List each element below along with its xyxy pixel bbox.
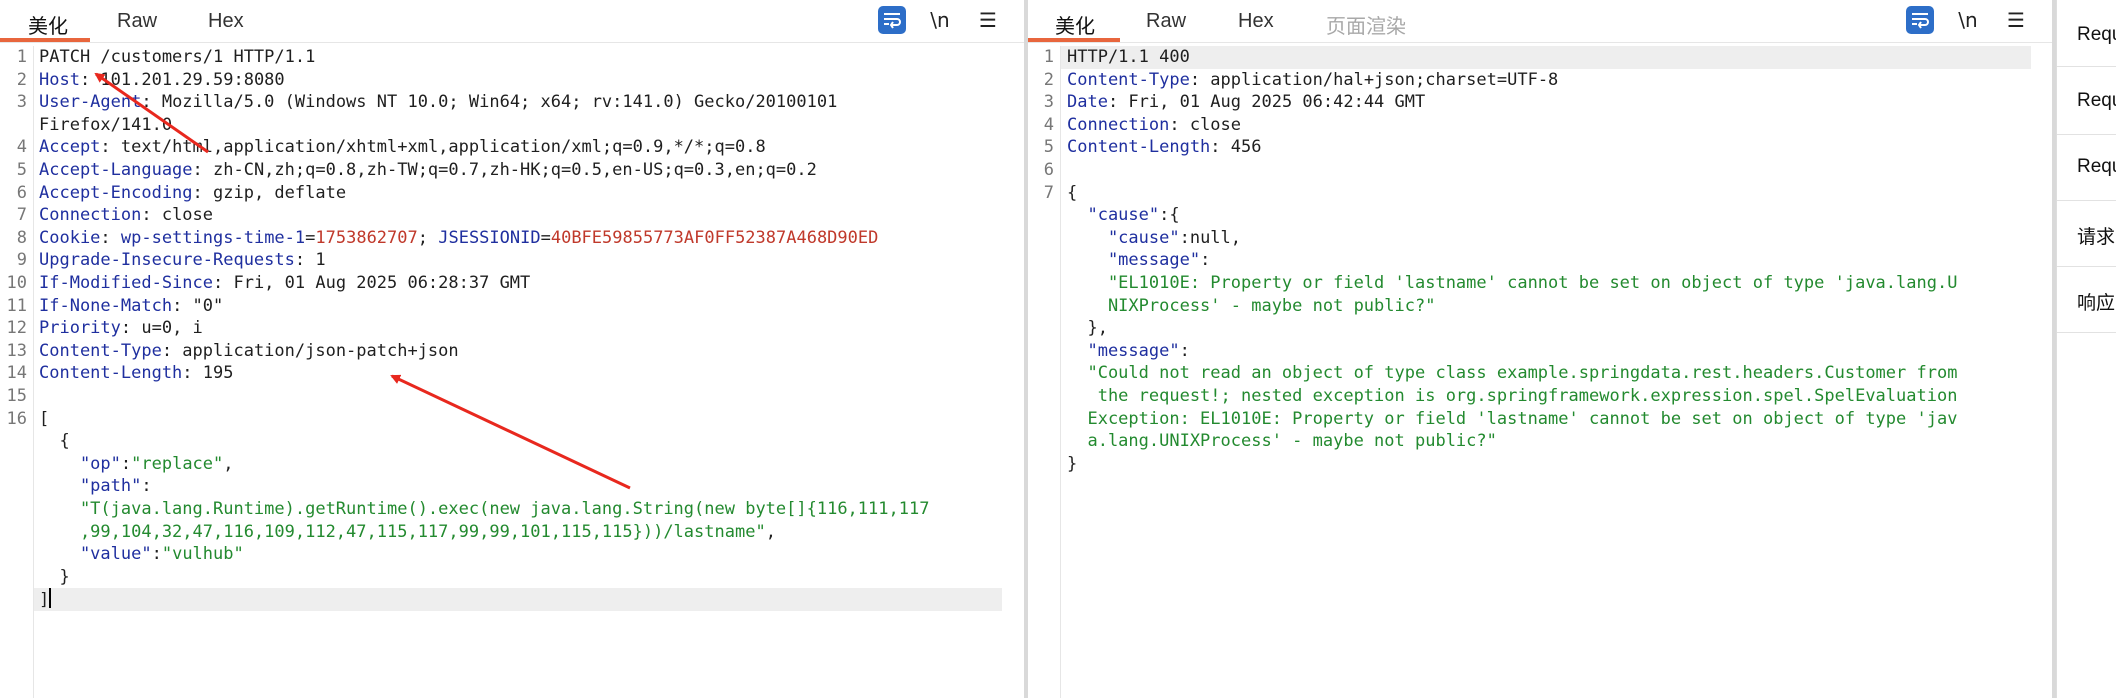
separator: :{: [1159, 205, 1180, 226]
header-value: : close: [1169, 114, 1242, 135]
annotation-arrows: [94, 72, 631, 490]
header-value: : Fri, 01 Aug 2025 06:42:44 GMT: [1107, 92, 1426, 113]
line-number: 4: [1043, 114, 1054, 135]
annotation-arrow: [390, 374, 631, 490]
json-string: "Could not read an object of type class …: [1067, 363, 1958, 384]
inspector-side-tabs: Requ Requ Requ 请求 响应: [2056, 0, 2116, 698]
separator: :null,: [1179, 227, 1242, 248]
header-line: Content-Type: application/hal+json;chars…: [1067, 69, 1558, 92]
line-number: 1: [1043, 47, 1054, 67]
json-string: "EL1010E: Property or field 'lastname' c…: [1067, 273, 1958, 293]
divider: [2057, 332, 2116, 333]
header-key: Date: [1067, 92, 1108, 113]
header-value: : 456: [1210, 137, 1262, 158]
json-string: a.lang.UNIXProcess' - maybe not public?": [1067, 431, 1497, 452]
response-tab-pretty[interactable]: 美化: [1055, 10, 1095, 39]
header-line: Connection: close: [1067, 114, 1241, 137]
line-number: 3: [1043, 92, 1054, 113]
header-key: Content-Type: [1067, 69, 1190, 90]
body-line: NIXProcess' - maybe not public?": [1067, 295, 1436, 318]
header-key: Content-Length: [1067, 137, 1211, 158]
body-line: the request!; nested exception is org.sp…: [1067, 385, 1958, 408]
line-number: 2: [1043, 69, 1054, 90]
header-value: : application/hal+json;charset=UTF-8: [1189, 69, 1559, 90]
request-pane: 美化 Raw Hex \n ☰ 1 2 3 4 5 6 7 8 9 10 11 …: [0, 0, 1024, 698]
body-text: }: [1067, 453, 1078, 474]
header-line: Date: Fri, 01 Aug 2025 06:42:44 GMT: [1067, 91, 1425, 114]
response-pane: 美化 Raw Hex 页面渲染 \n ☰ 1 2 3 4 5 6 7 HTTP/…: [1028, 0, 2052, 698]
json-key: "cause": [1067, 205, 1160, 226]
line-number: 5: [1043, 137, 1054, 158]
divider: [2057, 200, 2116, 201]
body-line: "cause":{: [1067, 204, 1180, 227]
separator: :: [1200, 250, 1211, 271]
response-tab-render[interactable]: 页面渲染: [1326, 10, 1406, 39]
side-tab-response-headers[interactable]: 响应: [2077, 288, 2115, 315]
side-tab-request-attributes[interactable]: Requ: [2077, 24, 2116, 46]
json-key: "cause": [1067, 227, 1180, 248]
divider: [2057, 134, 2116, 135]
line-number: 6: [1043, 160, 1054, 180]
body-line: a.lang.UNIXProcess' - maybe not public?": [1067, 430, 1497, 453]
json-string: the request!; nested exception is org.sp…: [1067, 386, 1958, 406]
separator: :: [1179, 340, 1190, 361]
menu-icon[interactable]: ☰: [2002, 6, 2030, 34]
body-line: Exception: EL1010E: Property or field 'l…: [1067, 408, 1957, 431]
json-string: NIXProcess' - maybe not public?": [1067, 295, 1436, 316]
response-editor[interactable]: 1 2 3 4 5 6 7 HTTP/1.1 400 Content-Type:…: [1028, 46, 2052, 698]
response-active-tab-indicator: [1028, 38, 1120, 42]
side-tab-request-headers[interactable]: 请求: [2077, 222, 2115, 249]
divider: [2057, 266, 2116, 267]
wrap-text-icon[interactable]: [1906, 6, 1934, 34]
body-line: {: [1067, 182, 1077, 205]
annotation-arrow: [94, 72, 209, 154]
body-line: },: [1067, 317, 1108, 340]
status-line: HTTP/1.1 400: [1067, 46, 1190, 69]
response-tab-hex[interactable]: Hex: [1238, 10, 1274, 33]
response-line-gutter: 1 2 3 4 5 6 7: [1028, 46, 1061, 698]
body-line: "message":: [1067, 340, 1190, 363]
header-key: Connection: [1067, 114, 1170, 135]
current-line-highlight: [1061, 46, 2031, 69]
status-line-text: HTTP/1.1 400: [1067, 47, 1190, 67]
side-tab-request-query[interactable]: Requ: [2077, 90, 2116, 112]
json-key: "message": [1067, 340, 1180, 361]
body-line: }: [1067, 453, 1077, 476]
body-line: "Could not read an object of type class …: [1067, 362, 1957, 385]
newline-toggle-button[interactable]: \n: [1954, 6, 1982, 34]
response-tabbar: 美化 Raw Hex 页面渲染 \n ☰: [1028, 0, 2052, 43]
body-line: "cause":null,: [1067, 227, 1241, 250]
json-key: "message": [1067, 250, 1201, 271]
json-string: Exception: EL1010E: Property or field 'l…: [1067, 408, 1958, 429]
response-tab-raw[interactable]: Raw: [1146, 10, 1186, 33]
divider: [2057, 66, 2116, 67]
line-number: 7: [1043, 182, 1054, 203]
header-line: Content-Length: 456: [1067, 136, 1261, 159]
body-text: },: [1067, 318, 1108, 339]
body-text: {: [1067, 182, 1078, 203]
body-line: "message":: [1067, 249, 1210, 272]
side-tab-request-cookies[interactable]: Requ: [2077, 156, 2116, 178]
body-line: "EL1010E: Property or field 'lastname' c…: [1067, 272, 1958, 295]
